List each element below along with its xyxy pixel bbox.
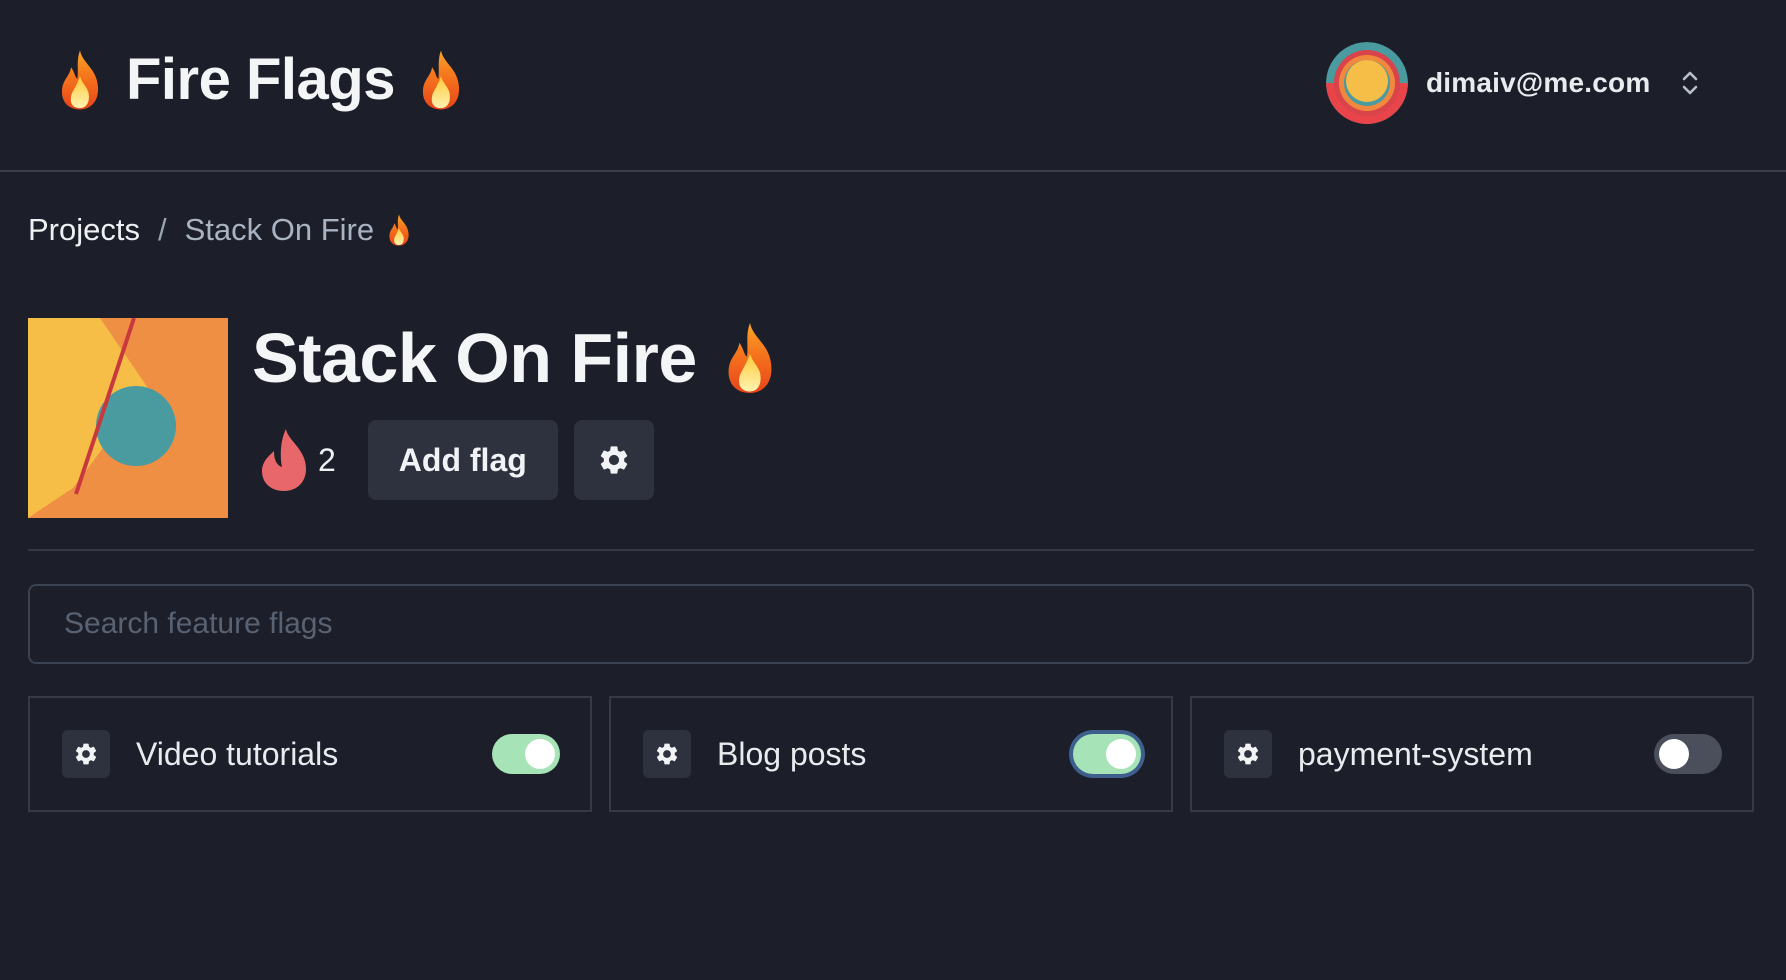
breadcrumb-current: Stack On Fire xyxy=(185,212,415,248)
flag-list: Video tutorials Blog posts payment-syste… xyxy=(28,696,1754,812)
gear-icon xyxy=(597,443,631,477)
project-settings-button[interactable] xyxy=(573,420,654,500)
flag-toggle[interactable] xyxy=(492,734,560,774)
flag-card: Blog posts xyxy=(609,696,1173,812)
flag-toggle[interactable] xyxy=(1654,734,1722,774)
search-box xyxy=(28,584,1754,664)
flag-name: payment-system xyxy=(1298,735,1533,772)
flag-toggle[interactable] xyxy=(1073,734,1141,774)
project-title-text: Stack On Fire xyxy=(252,319,697,397)
add-flag-button[interactable]: Add flag xyxy=(367,420,558,500)
project-title: Stack On Fire xyxy=(252,318,781,398)
project-image xyxy=(28,318,228,518)
fire-emoji-icon xyxy=(54,48,106,112)
toggle-knob xyxy=(1659,739,1689,769)
breadcrumb-separator: / xyxy=(157,212,167,247)
flame-icon xyxy=(262,429,306,491)
flag-settings-button[interactable] xyxy=(62,730,110,778)
breadcrumb-current-label: Stack On Fire xyxy=(184,212,375,247)
top-navigation-bar: Fire Flags dimaiv@me.com xyxy=(0,0,1786,172)
search-input[interactable] xyxy=(62,586,1752,662)
gear-icon xyxy=(73,741,99,767)
avatar xyxy=(1326,42,1408,124)
user-email: dimaiv@me.com xyxy=(1426,67,1651,98)
flag-count-value: 2 xyxy=(318,441,336,478)
toggle-knob xyxy=(525,739,555,769)
app-brand[interactable]: Fire Flags xyxy=(54,46,467,113)
toggle-knob xyxy=(1106,739,1136,769)
flag-settings-button[interactable] xyxy=(1224,730,1272,778)
fire-emoji-icon xyxy=(415,48,467,112)
gear-icon xyxy=(1235,741,1261,767)
app-title: Fire Flags xyxy=(126,47,395,112)
flag-count: 2 xyxy=(258,427,336,493)
user-menu[interactable]: dimaiv@me.com xyxy=(1326,42,1700,124)
chevron-up-down-icon xyxy=(1683,71,1698,95)
fire-emoji-icon xyxy=(719,320,781,396)
flag-settings-button[interactable] xyxy=(643,730,691,778)
flag-name: Blog posts xyxy=(717,735,867,772)
gear-icon xyxy=(654,741,680,767)
breadcrumb-projects-link[interactable]: Projects xyxy=(28,212,140,248)
breadcrumb: Projects / Stack On Fire xyxy=(28,212,414,248)
section-divider xyxy=(28,549,1754,551)
fire-emoji-icon xyxy=(384,213,414,247)
flag-name: Video tutorials xyxy=(136,735,339,772)
flag-card: payment-system xyxy=(1190,696,1754,812)
flag-card: Video tutorials xyxy=(28,696,592,812)
project-actions: 2 Add flag xyxy=(258,420,654,500)
